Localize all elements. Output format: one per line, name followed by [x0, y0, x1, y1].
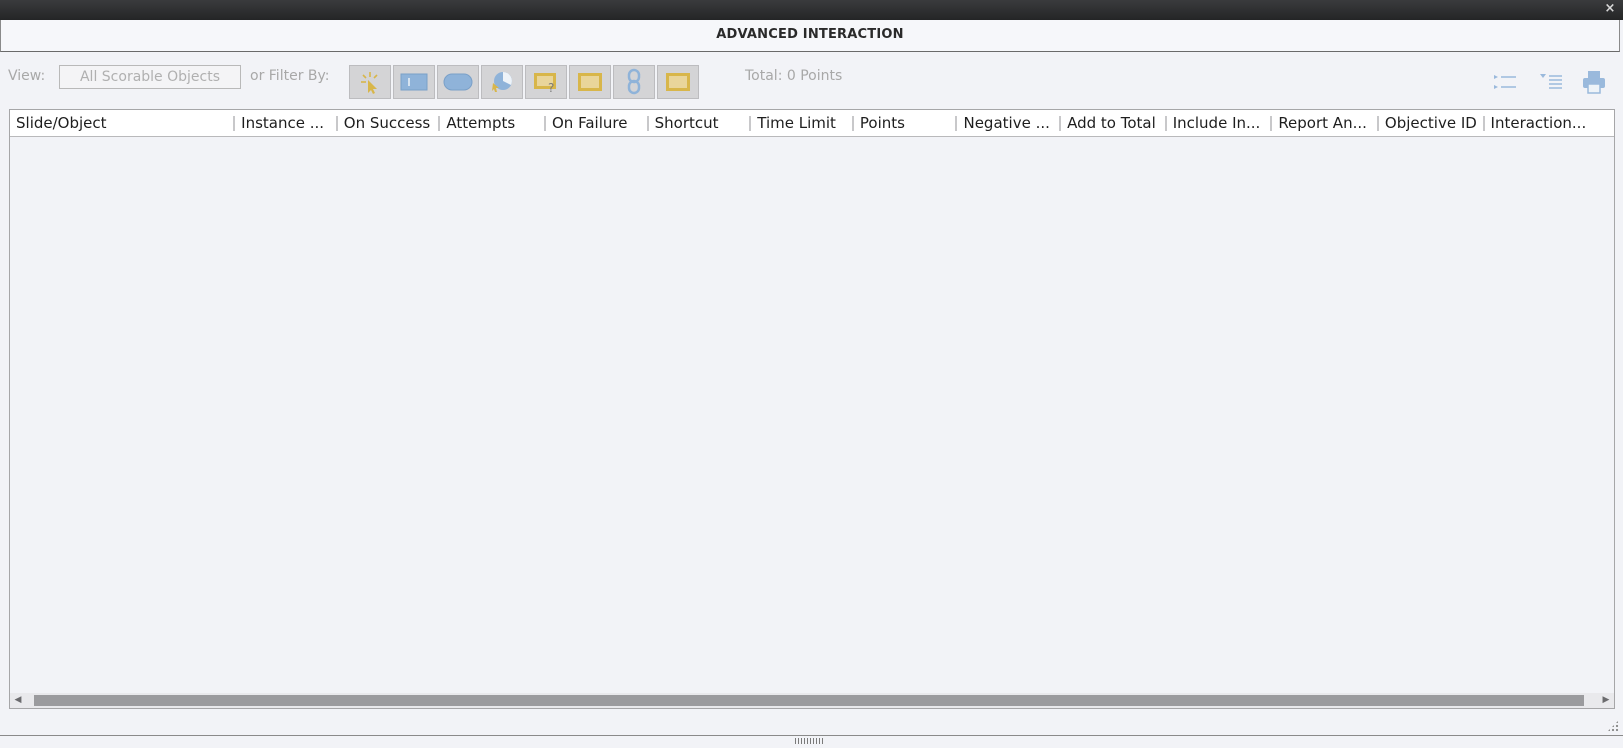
scroll-right-icon[interactable]: ▶	[1598, 693, 1614, 708]
widget-filter-button[interactable]	[657, 65, 699, 99]
column-header[interactable]: Negative ...	[957, 110, 1062, 136]
filter-by-label: or Filter By:	[250, 68, 330, 84]
button-filter-button[interactable]	[437, 65, 479, 99]
column-header[interactable]: Slide/Object	[10, 110, 236, 136]
hyperlink-filter-button[interactable]	[613, 65, 655, 99]
column-header-label: Instance ...	[241, 114, 325, 132]
column-header-label: Points	[859, 114, 905, 132]
column-header-label: Interaction...	[1490, 114, 1587, 132]
click-box-filter-icon	[361, 72, 378, 94]
column-header-label: Shortcut	[654, 114, 719, 132]
panel-title-bar: ADVANCED INTERACTION	[0, 20, 1620, 52]
view-dropdown[interactable]: All Scorable Objects	[59, 65, 241, 89]
column-header-label: Slide/Object	[16, 114, 107, 132]
view-label: View:	[8, 68, 46, 84]
column-header[interactable]: Add to Total	[1061, 110, 1167, 136]
print-button[interactable]	[1580, 68, 1608, 96]
column-header[interactable]: Report An...	[1272, 110, 1379, 136]
scrollbar-thumb[interactable]	[34, 695, 1584, 706]
slide-filter-button[interactable]	[569, 65, 611, 99]
panel-drag-handle-icon[interactable]	[795, 738, 825, 744]
column-header[interactable]: Include In...	[1167, 110, 1273, 136]
column-header[interactable]: Interaction...	[1485, 110, 1615, 136]
hyperlink-filter-icon	[627, 68, 641, 95]
column-header[interactable]: Attempts	[440, 110, 546, 136]
expand-all-button[interactable]	[1491, 68, 1519, 96]
button-filter-icon	[443, 73, 473, 91]
window-top-bar: ×	[0, 0, 1623, 20]
column-header-label: On Failure	[552, 114, 628, 132]
column-header-label: Report An...	[1278, 114, 1367, 132]
column-header[interactable]: On Failure	[546, 110, 649, 136]
close-icon[interactable]: ×	[1603, 2, 1617, 16]
widget-filter-icon	[666, 73, 690, 91]
quiz-question-filter-icon: ?	[534, 73, 556, 94]
slide-filter-icon	[578, 73, 602, 91]
column-header-label: Objective ID	[1384, 114, 1477, 132]
column-header[interactable]: Shortcut	[649, 110, 752, 136]
print-icon	[1583, 71, 1605, 94]
horizontal-scrollbar[interactable]: ◀ ▶	[10, 693, 1614, 708]
column-header[interactable]: On Success	[338, 110, 441, 136]
column-header-label: Time Limit	[757, 114, 836, 132]
column-header[interactable]: Objective ID	[1379, 110, 1485, 136]
panel-bottom-bar	[0, 735, 1623, 748]
expand-all-icon	[1494, 75, 1516, 89]
column-header-label: On Success	[343, 114, 431, 132]
total-points-label: Total: 0 Points	[745, 68, 843, 84]
svg-text:?: ?	[548, 81, 554, 94]
column-header-label: Add to Total	[1067, 114, 1156, 132]
collapse-all-icon	[1540, 74, 1562, 89]
text-entry-box-filter-icon	[400, 73, 428, 91]
collapse-all-button[interactable]	[1537, 68, 1565, 96]
column-header[interactable]: Instance ...	[235, 110, 338, 136]
grid-header: Slide/Object Instance ... On Success Att…	[10, 110, 1614, 137]
drag-drop-filter-button[interactable]	[481, 65, 523, 99]
text-entry-box-filter-button[interactable]	[393, 65, 435, 99]
column-header[interactable]: Points	[854, 110, 958, 136]
click-box-filter-button[interactable]	[349, 65, 391, 99]
scroll-left-icon[interactable]: ◀	[10, 693, 26, 708]
panel-title: ADVANCED INTERACTION	[716, 27, 904, 42]
column-header[interactable]: Time Limit	[751, 110, 854, 136]
drag-drop-filter-icon	[492, 72, 512, 92]
column-header-label: Include In...	[1172, 114, 1261, 132]
column-header-label: Negative ...	[963, 114, 1050, 132]
column-header-label: Attempts	[446, 114, 516, 132]
quiz-question-filter-button[interactable]: ?	[525, 65, 567, 99]
interaction-grid: Slide/Object Instance ... On Success Att…	[9, 109, 1615, 709]
resize-grip-icon[interactable]	[1607, 720, 1619, 732]
